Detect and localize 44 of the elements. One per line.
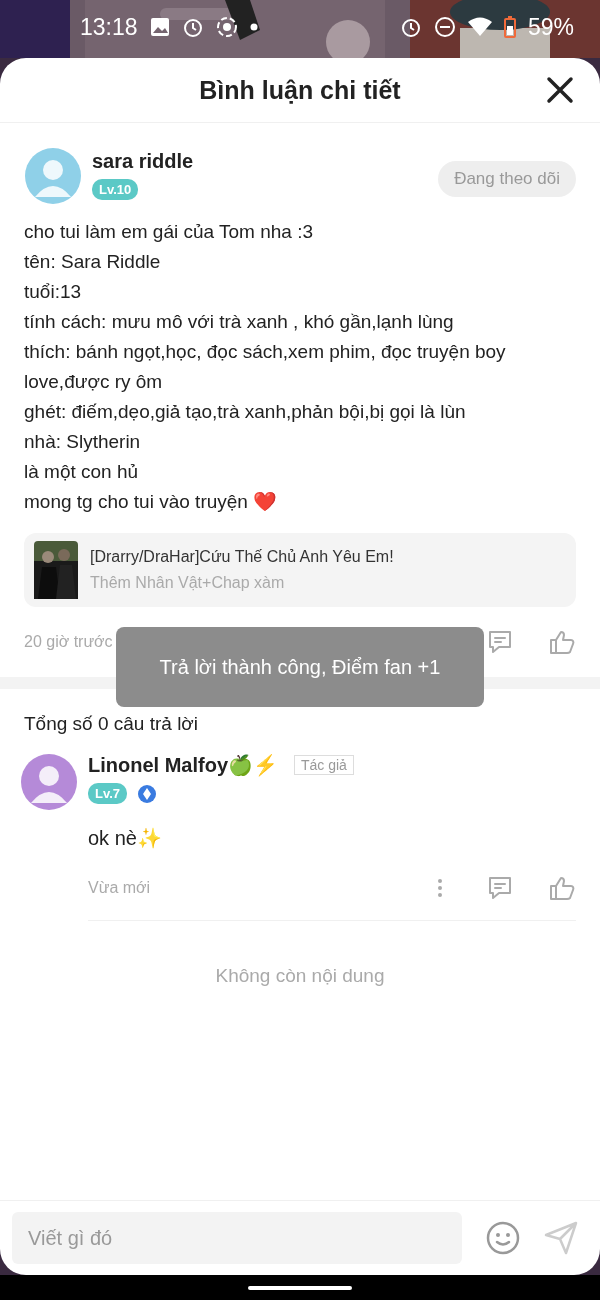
story-title: [Drarry/DraHar]Cứu Thế Chủ Anh Yêu Em! — [90, 548, 394, 566]
alarm-icon — [181, 16, 204, 38]
thumbs-up-icon[interactable] — [548, 874, 576, 902]
toast-message: Trả lời thành công, Điểm fan +1 — [116, 627, 484, 707]
comment-text-line: tính cách: mưu mô với trà xanh , khó gần,lạnh lùng — [24, 310, 455, 334]
level-badge: Lv.10 — [92, 179, 139, 200]
reply-text: ok nè✨ — [88, 826, 163, 850]
battery-level: 59% — [527, 13, 574, 41]
comment-text-line: là một con hủ — [24, 460, 140, 484]
story-subtitle: Thêm Nhân Vật+Chap xàm — [90, 574, 286, 592]
emoji-icon[interactable] — [486, 1221, 520, 1255]
reply-count: Tổng số 0 câu trả lời — [23, 712, 200, 736]
send-icon[interactable] — [544, 1221, 578, 1255]
timestamp: 20 giờ trước — [24, 633, 114, 651]
sheet-title: Bình luận chi tiết — [199, 75, 401, 105]
avatar[interactable] — [20, 753, 78, 811]
comment-input[interactable]: Viết gì đó — [12, 1212, 462, 1264]
clock: 13:18 — [80, 13, 138, 41]
home-indicator[interactable] — [248, 1285, 352, 1290]
comment-icon[interactable] — [486, 874, 514, 902]
comment-text-line: cho tui làm em gái của Tom nha :3 — [24, 220, 315, 244]
end-of-content: Không còn nội dung — [214, 964, 386, 987]
author-tag: Tác giả — [294, 755, 354, 775]
avatar[interactable] — [24, 147, 82, 205]
thumbs-up-icon[interactable] — [548, 628, 576, 656]
do-not-disturb-icon — [433, 16, 456, 38]
comment-text-line: tuổi:13 — [24, 280, 83, 304]
dot-icon — [249, 23, 258, 31]
level-badge: Lv.7 — [88, 783, 128, 804]
alarm-icon — [399, 16, 422, 38]
username[interactable]: sara riddle — [92, 150, 429, 173]
comment-text-line: nhà: Slytherin — [24, 430, 142, 454]
battery-icon — [503, 16, 516, 38]
story-card[interactable]: [Drarry/DraHar]Cứu Thế Chủ Anh Yêu Em! Thêm Nhân Vật+Chap xàm — [24, 533, 576, 607]
timestamp: Vừa mới — [88, 879, 152, 897]
pen-badge-icon — [137, 783, 158, 804]
comment-icon[interactable] — [486, 628, 514, 656]
record-icon — [215, 16, 238, 38]
close-icon[interactable] — [546, 76, 574, 104]
comment-text-line: ghét: điếm,dẹo,giả tạo,trà xanh,phản bội,bị gọi là lùn — [24, 400, 467, 424]
comment-text-line: tên: Sara Riddle — [24, 250, 162, 274]
comment-text-line: mong tg cho tui vào truyện ❤ — [24, 490, 279, 514]
username[interactable]: Linonel Malfoy🍏⚡ — [88, 753, 278, 777]
wifi-icon — [467, 17, 492, 37]
